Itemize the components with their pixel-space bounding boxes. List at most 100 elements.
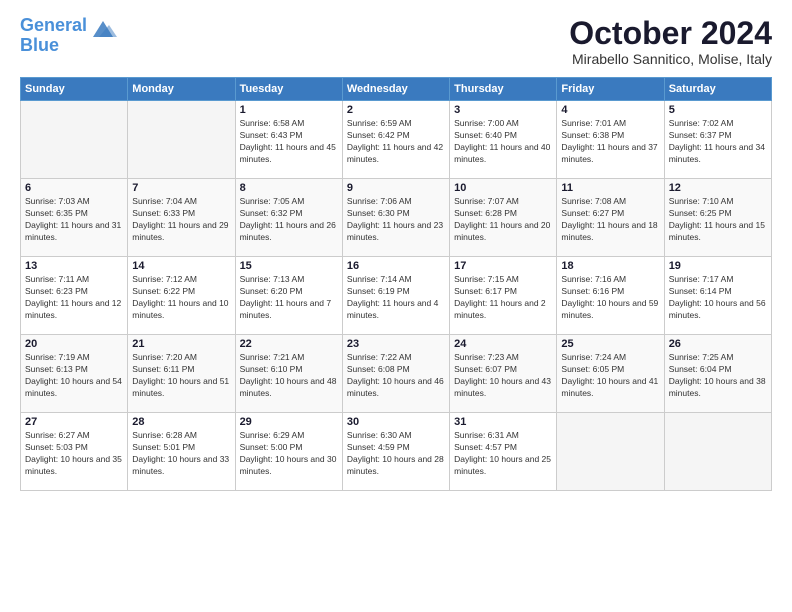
day-info: Sunrise: 7:05 AM Sunset: 6:32 PM Dayligh… <box>240 196 338 244</box>
calendar-cell: 3 Sunrise: 7:00 AM Sunset: 6:40 PM Daylig… <box>450 101 557 179</box>
calendar-cell: 8 Sunrise: 7:05 AM Sunset: 6:32 PM Daylig… <box>235 179 342 257</box>
calendar-cell: 24 Sunrise: 7:23 AM Sunset: 6:07 PM Dayli… <box>450 335 557 413</box>
calendar-cell <box>128 101 235 179</box>
day-number: 10 <box>454 182 552 194</box>
calendar-cell: 12Sunrise: 7:10 AM Sunset: 6:25 PM Dayli… <box>664 179 771 257</box>
day-number: 20 <box>25 338 123 350</box>
day-number: 6 <box>25 182 123 194</box>
day-info: Sunrise: 7:12 AM Sunset: 6:22 PM Dayligh… <box>132 274 230 322</box>
day-number: 18 <box>561 260 659 272</box>
day-number: 30 <box>347 416 445 428</box>
day-info: Sunrise: 7:16 AM Sunset: 6:16 PM Dayligh… <box>561 274 659 322</box>
day-number: 9 <box>347 182 445 194</box>
logo: GeneralBlue <box>20 16 117 56</box>
day-number: 2 <box>347 104 445 116</box>
day-info: Sunrise: 7:08 AM Sunset: 6:27 PM Dayligh… <box>561 196 659 244</box>
calendar-cell: 7 Sunrise: 7:04 AM Sunset: 6:33 PM Daylig… <box>128 179 235 257</box>
calendar-header-saturday: Saturday <box>664 78 771 101</box>
day-info: Sunrise: 6:29 AM Sunset: 5:00 PM Dayligh… <box>240 430 338 478</box>
calendar-cell: 27 Sunrise: 6:27 AM Sunset: 5:03 PM Dayli… <box>21 413 128 491</box>
day-info: Sunrise: 6:27 AM Sunset: 5:03 PM Dayligh… <box>25 430 123 478</box>
day-info: Sunrise: 7:07 AM Sunset: 6:28 PM Dayligh… <box>454 196 552 244</box>
calendar-cell: 1 Sunrise: 6:58 AM Sunset: 6:43 PM Daylig… <box>235 101 342 179</box>
day-number: 23 <box>347 338 445 350</box>
day-number: 3 <box>454 104 552 116</box>
page-container: GeneralBlue October 2024 Mirabello Sanni… <box>0 0 792 503</box>
calendar-header-row: SundayMondayTuesdayWednesdayThursdayFrid… <box>21 78 772 101</box>
day-number: 8 <box>240 182 338 194</box>
day-info: Sunrise: 7:19 AM Sunset: 6:13 PM Dayligh… <box>25 352 123 400</box>
logo-text: GeneralBlue <box>20 16 87 56</box>
calendar-cell: 10 Sunrise: 7:07 AM Sunset: 6:28 PM Dayli… <box>450 179 557 257</box>
calendar-cell: 26Sunrise: 7:25 AM Sunset: 6:04 PM Dayli… <box>664 335 771 413</box>
calendar-header-monday: Monday <box>128 78 235 101</box>
day-number: 5 <box>669 104 767 116</box>
calendar-cell: 4Sunrise: 7:01 AM Sunset: 6:38 PM Daylig… <box>557 101 664 179</box>
calendar-cell: 19 Sunrise: 7:17 AM Sunset: 6:14 PM Dayli… <box>664 257 771 335</box>
day-info: Sunrise: 7:04 AM Sunset: 6:33 PM Dayligh… <box>132 196 230 244</box>
calendar-cell: 5 Sunrise: 7:02 AM Sunset: 6:37 PM Daylig… <box>664 101 771 179</box>
calendar-cell <box>21 101 128 179</box>
calendar-header-wednesday: Wednesday <box>342 78 449 101</box>
day-number: 11 <box>561 182 659 194</box>
day-number: 28 <box>132 416 230 428</box>
calendar-cell: 22Sunrise: 7:21 AM Sunset: 6:10 PM Dayli… <box>235 335 342 413</box>
day-info: Sunrise: 7:13 AM Sunset: 6:20 PM Dayligh… <box>240 274 338 322</box>
calendar-cell: 23 Sunrise: 7:22 AM Sunset: 6:08 PM Dayli… <box>342 335 449 413</box>
calendar-cell: 25 Sunrise: 7:24 AM Sunset: 6:05 PM Dayli… <box>557 335 664 413</box>
calendar-cell: 20 Sunrise: 7:19 AM Sunset: 6:13 PM Dayli… <box>21 335 128 413</box>
calendar-cell: 11 Sunrise: 7:08 AM Sunset: 6:27 PM Dayli… <box>557 179 664 257</box>
calendar-cell: 31 Sunrise: 6:31 AM Sunset: 4:57 PM Dayli… <box>450 413 557 491</box>
calendar-cell: 9Sunrise: 7:06 AM Sunset: 6:30 PM Daylig… <box>342 179 449 257</box>
day-info: Sunrise: 6:58 AM Sunset: 6:43 PM Dayligh… <box>240 118 338 166</box>
calendar-header-friday: Friday <box>557 78 664 101</box>
calendar-cell: 18 Sunrise: 7:16 AM Sunset: 6:16 PM Dayli… <box>557 257 664 335</box>
day-number: 29 <box>240 416 338 428</box>
calendar-week-row: 1 Sunrise: 6:58 AM Sunset: 6:43 PM Daylig… <box>21 101 772 179</box>
day-info: Sunrise: 7:17 AM Sunset: 6:14 PM Dayligh… <box>669 274 767 322</box>
day-info: Sunrise: 7:10 AM Sunset: 6:25 PM Dayligh… <box>669 196 767 244</box>
calendar-table: SundayMondayTuesdayWednesdayThursdayFrid… <box>20 77 772 491</box>
day-info: Sunrise: 7:01 AM Sunset: 6:38 PM Dayligh… <box>561 118 659 166</box>
calendar-cell: 17Sunrise: 7:15 AM Sunset: 6:17 PM Dayli… <box>450 257 557 335</box>
calendar-cell: 15Sunrise: 7:13 AM Sunset: 6:20 PM Dayli… <box>235 257 342 335</box>
day-info: Sunrise: 7:22 AM Sunset: 6:08 PM Dayligh… <box>347 352 445 400</box>
calendar-cell: 2 Sunrise: 6:59 AM Sunset: 6:42 PM Daylig… <box>342 101 449 179</box>
calendar-cell <box>664 413 771 491</box>
day-info: Sunrise: 7:02 AM Sunset: 6:37 PM Dayligh… <box>669 118 767 166</box>
calendar-header-thursday: Thursday <box>450 78 557 101</box>
calendar-week-row: 20 Sunrise: 7:19 AM Sunset: 6:13 PM Dayli… <box>21 335 772 413</box>
location-subtitle: Mirabello Sannitico, Molise, Italy <box>569 51 772 67</box>
day-number: 31 <box>454 416 552 428</box>
day-number: 27 <box>25 416 123 428</box>
day-number: 19 <box>669 260 767 272</box>
day-info: Sunrise: 6:28 AM Sunset: 5:01 PM Dayligh… <box>132 430 230 478</box>
day-info: Sunrise: 6:31 AM Sunset: 4:57 PM Dayligh… <box>454 430 552 478</box>
day-number: 16 <box>347 260 445 272</box>
calendar-body: 1 Sunrise: 6:58 AM Sunset: 6:43 PM Daylig… <box>21 101 772 491</box>
day-info: Sunrise: 6:30 AM Sunset: 4:59 PM Dayligh… <box>347 430 445 478</box>
day-number: 25 <box>561 338 659 350</box>
day-info: Sunrise: 6:59 AM Sunset: 6:42 PM Dayligh… <box>347 118 445 166</box>
calendar-cell: 29 Sunrise: 6:29 AM Sunset: 5:00 PM Dayli… <box>235 413 342 491</box>
day-info: Sunrise: 7:00 AM Sunset: 6:40 PM Dayligh… <box>454 118 552 166</box>
calendar-week-row: 13Sunrise: 7:11 AM Sunset: 6:23 PM Dayli… <box>21 257 772 335</box>
calendar-cell: 30 Sunrise: 6:30 AM Sunset: 4:59 PM Dayli… <box>342 413 449 491</box>
day-info: Sunrise: 7:14 AM Sunset: 6:19 PM Dayligh… <box>347 274 445 322</box>
calendar-cell: 16 Sunrise: 7:14 AM Sunset: 6:19 PM Dayli… <box>342 257 449 335</box>
day-number: 24 <box>454 338 552 350</box>
logo-icon <box>89 19 117 41</box>
day-number: 1 <box>240 104 338 116</box>
header: GeneralBlue October 2024 Mirabello Sanni… <box>20 16 772 67</box>
day-info: Sunrise: 7:03 AM Sunset: 6:35 PM Dayligh… <box>25 196 123 244</box>
calendar-header-tuesday: Tuesday <box>235 78 342 101</box>
day-info: Sunrise: 7:24 AM Sunset: 6:05 PM Dayligh… <box>561 352 659 400</box>
day-number: 13 <box>25 260 123 272</box>
day-info: Sunrise: 7:21 AM Sunset: 6:10 PM Dayligh… <box>240 352 338 400</box>
day-number: 21 <box>132 338 230 350</box>
calendar-cell <box>557 413 664 491</box>
calendar-header-sunday: Sunday <box>21 78 128 101</box>
day-info: Sunrise: 7:23 AM Sunset: 6:07 PM Dayligh… <box>454 352 552 400</box>
day-number: 7 <box>132 182 230 194</box>
day-number: 17 <box>454 260 552 272</box>
